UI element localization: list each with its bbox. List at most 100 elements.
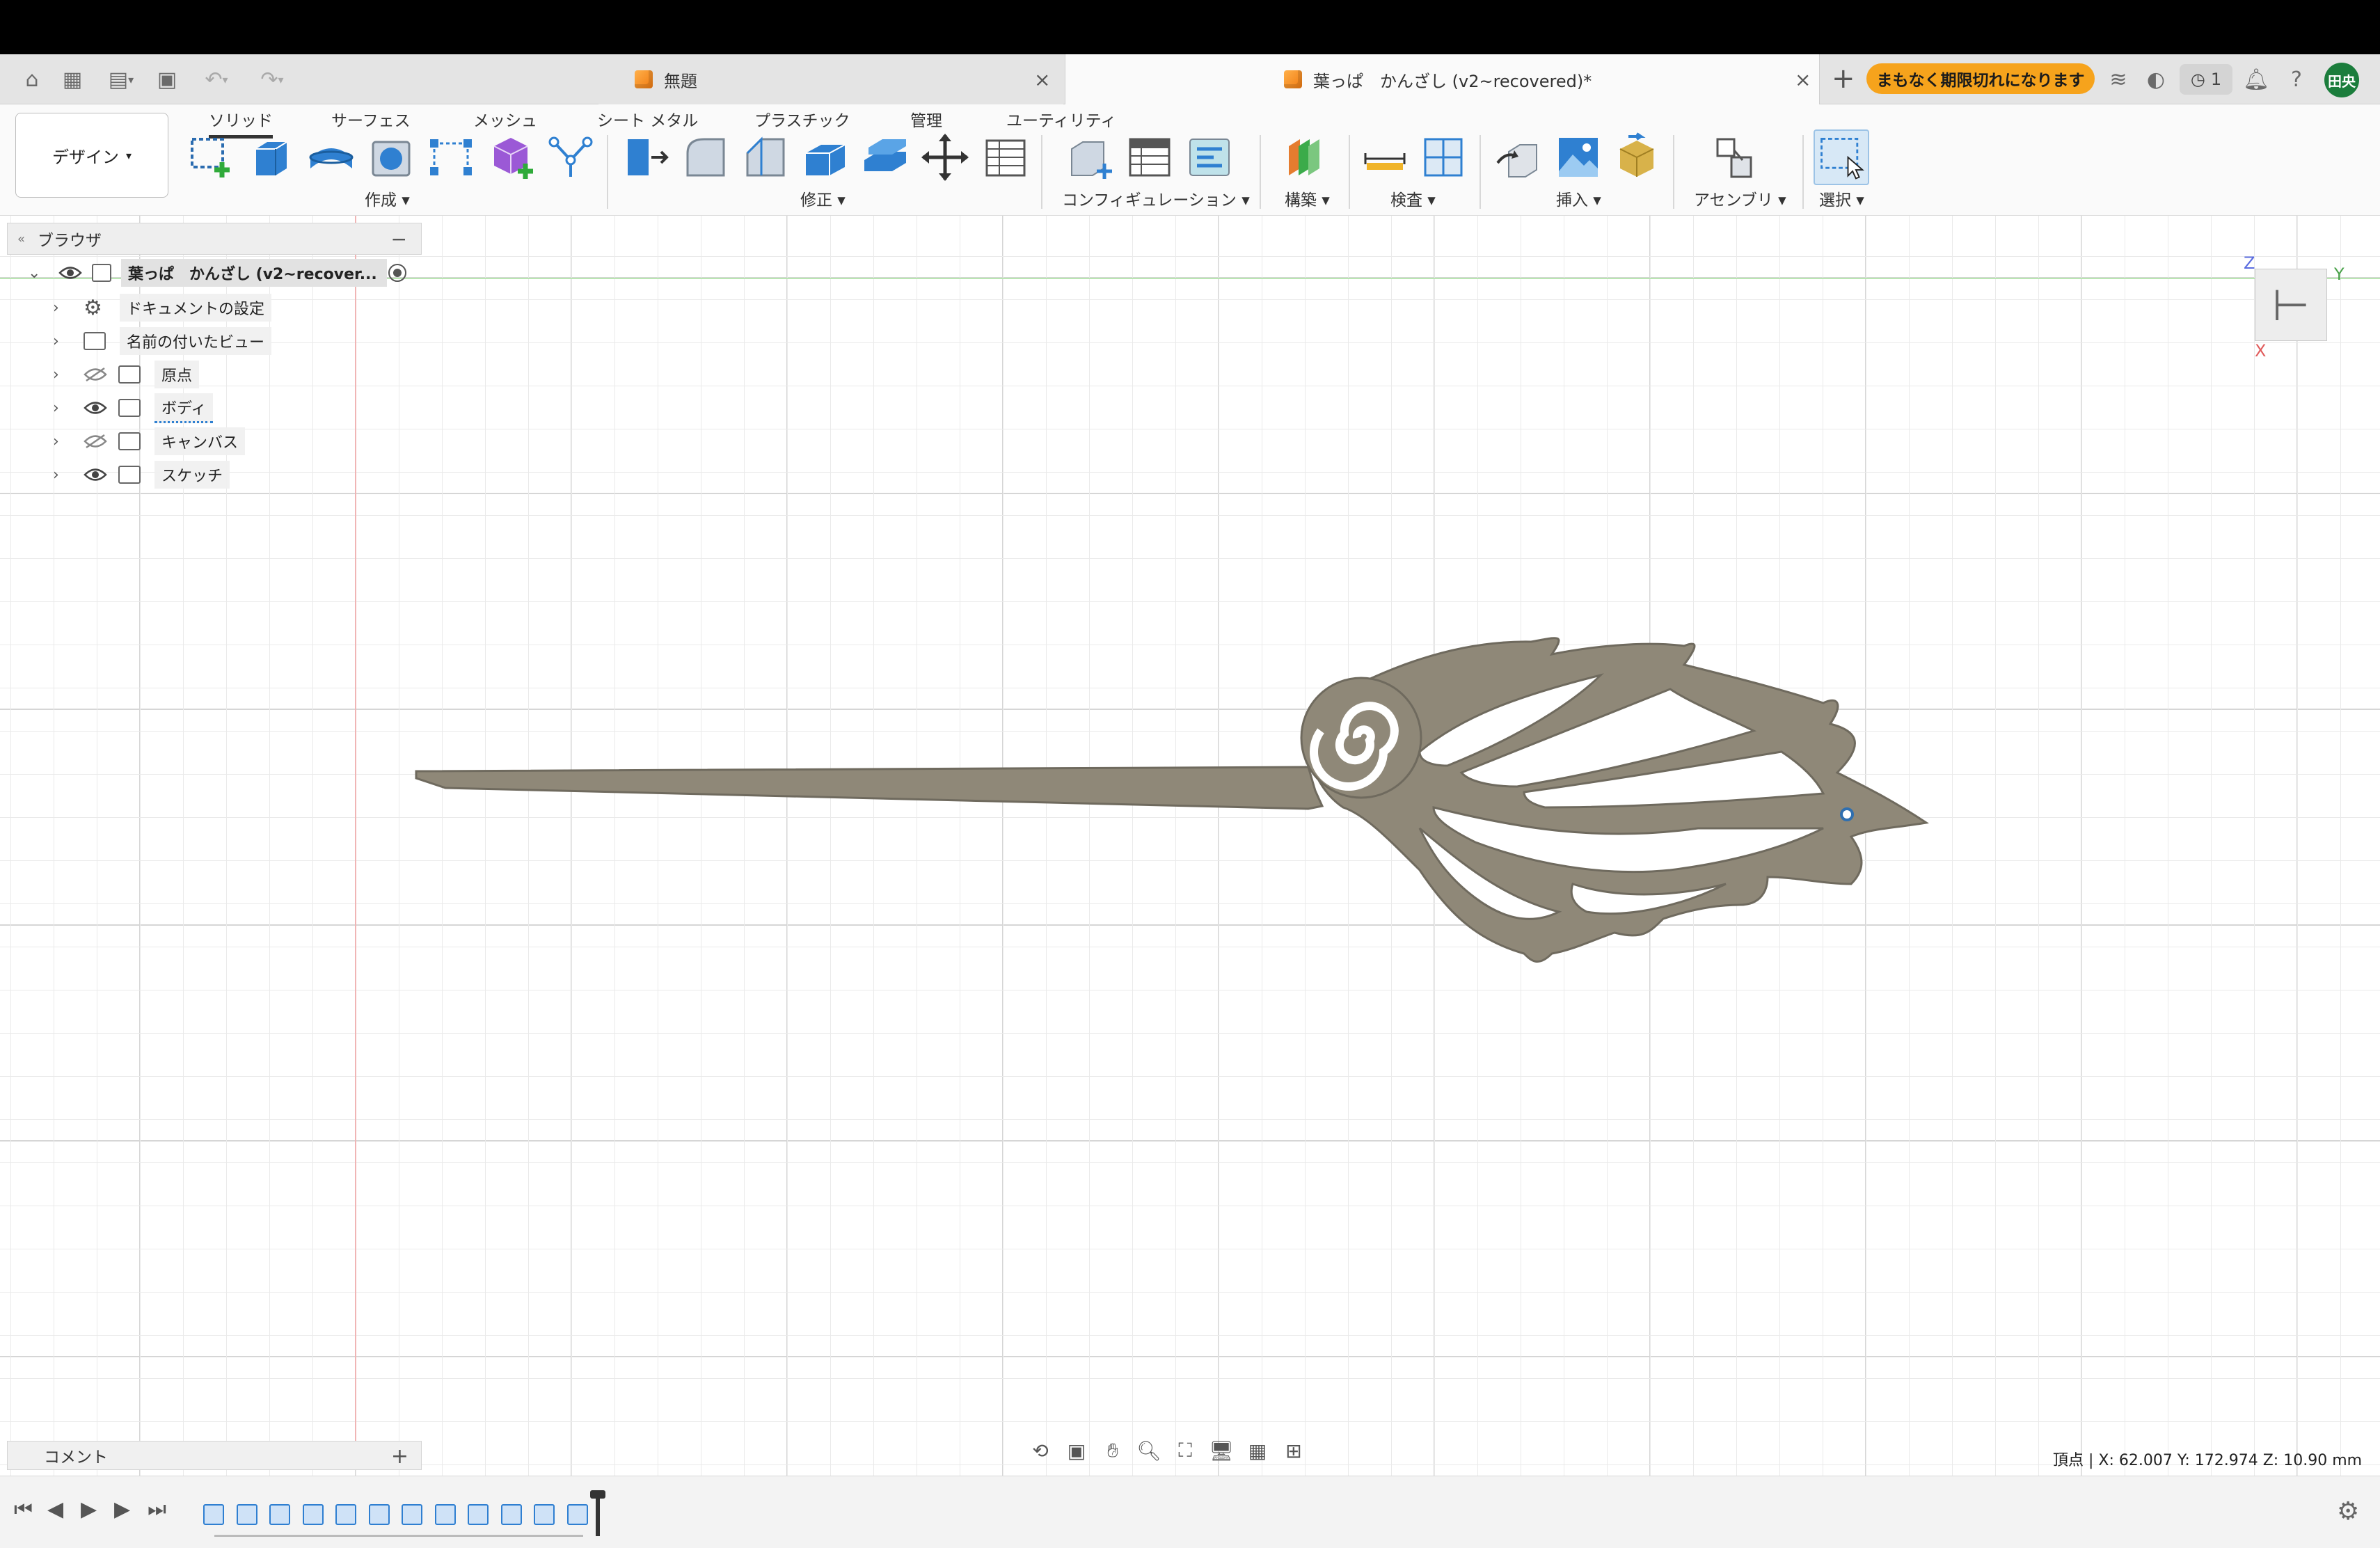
view-cube[interactable]: ⊢ bbox=[2255, 269, 2327, 341]
ribbon-tab-mesh[interactable]: メッシュ bbox=[473, 107, 537, 131]
timeline-feature-item[interactable] bbox=[534, 1504, 555, 1525]
step-back-icon[interactable]: ◀︎ bbox=[47, 1497, 63, 1522]
form-icon[interactable] bbox=[546, 132, 596, 182]
insert-group-label[interactable]: 挿入 ▾ bbox=[1556, 187, 1601, 210]
select-group-label[interactable]: 選択 ▾ bbox=[1819, 187, 1864, 210]
configure-body-icon[interactable] bbox=[1065, 132, 1115, 182]
timeline-feature-item[interactable] bbox=[500, 1504, 522, 1525]
extensions-icon[interactable]: ≋ bbox=[2104, 65, 2132, 93]
ribbon-tab-utilities[interactable]: ユーティリティ bbox=[1006, 107, 1116, 131]
workspace-switcher[interactable]: デザイン ▾ bbox=[15, 113, 168, 198]
grid-settings-icon[interactable]: ▦ bbox=[1243, 1439, 1272, 1462]
ribbon-tab-plastic[interactable]: プラスチック bbox=[754, 107, 850, 131]
chevron-right-icon[interactable]: › bbox=[53, 466, 59, 484]
play-icon[interactable]: ▶︎ bbox=[81, 1497, 97, 1522]
ribbon-tab-manage[interactable]: 管理 bbox=[910, 107, 942, 131]
ribbon-tab-surface[interactable]: サーフェス bbox=[331, 107, 411, 131]
undo-icon[interactable]: ↶ ▾ bbox=[192, 64, 241, 95]
minimize-icon[interactable]: − bbox=[391, 228, 407, 251]
new-component-icon[interactable] bbox=[486, 132, 536, 182]
app-grid-icon[interactable]: ▦ bbox=[58, 64, 86, 95]
chevron-right-icon[interactable]: › bbox=[53, 433, 59, 450]
browser-item-named-views[interactable]: › 名前の付いたビュー bbox=[7, 324, 422, 358]
close-tab-icon[interactable]: × bbox=[1034, 68, 1050, 91]
configuration-table-icon[interactable] bbox=[1125, 132, 1175, 182]
browser-item-document-settings[interactable]: › ⚙ ドキュメントの設定 bbox=[7, 291, 422, 324]
activate-component-icon[interactable] bbox=[388, 264, 406, 282]
user-avatar[interactable]: 田央 bbox=[2324, 63, 2359, 97]
create-sketch-icon[interactable] bbox=[187, 132, 237, 182]
measure-icon[interactable] bbox=[1360, 132, 1410, 182]
shell-icon[interactable] bbox=[800, 132, 850, 182]
visibility-eye-icon[interactable] bbox=[58, 265, 82, 281]
browser-root-item[interactable]: ⌄ 葉っぱ かんざし (v2~recover... bbox=[7, 255, 422, 291]
configure-group-label[interactable]: コンフィギュレーション ▾ bbox=[1062, 187, 1250, 210]
insert-mcmaster-icon[interactable] bbox=[1612, 132, 1662, 182]
timeline-feature-item[interactable] bbox=[368, 1504, 390, 1525]
new-tab-plus-icon[interactable]: + bbox=[1832, 63, 1855, 95]
online-status-icon[interactable]: ◐ bbox=[2142, 65, 2170, 93]
job-status-button[interactable]: ◷ 1 bbox=[2180, 64, 2232, 95]
extrude-icon[interactable] bbox=[246, 132, 296, 182]
timeline-feature-item[interactable] bbox=[402, 1504, 422, 1525]
fit-icon[interactable]: ⛶ bbox=[1171, 1439, 1200, 1462]
timeline-feature-item[interactable] bbox=[434, 1504, 456, 1525]
browser-item-bodies[interactable]: › ボディ bbox=[7, 391, 422, 425]
hole-icon[interactable] bbox=[366, 132, 416, 182]
save-icon[interactable]: ▣ bbox=[153, 64, 181, 95]
orbit-icon[interactable]: ⟲ bbox=[1026, 1439, 1055, 1462]
move-copy-icon[interactable] bbox=[920, 132, 970, 182]
offset-plane-icon[interactable] bbox=[1279, 132, 1329, 182]
browser-header[interactable]: « ブラウザ − bbox=[7, 223, 422, 255]
construct-group-label[interactable]: 構築 ▾ bbox=[1285, 187, 1330, 210]
browser-item-sketches[interactable]: › スケッチ bbox=[7, 458, 422, 491]
comments-panel[interactable]: コメント + bbox=[7, 1441, 422, 1470]
timeline-feature-item[interactable] bbox=[236, 1504, 257, 1525]
viewports-icon[interactable]: ⊞ bbox=[1279, 1439, 1308, 1462]
browser-item-canvases[interactable]: › キャンバス bbox=[7, 425, 422, 458]
chevron-right-icon[interactable]: › bbox=[53, 299, 59, 317]
chevron-down-icon[interactable]: ⌄ bbox=[28, 264, 40, 282]
timeline-feature-item[interactable] bbox=[468, 1504, 489, 1525]
chevron-right-icon[interactable]: › bbox=[53, 366, 59, 384]
file-menu-icon[interactable]: ▤ ▾ bbox=[100, 64, 142, 95]
tab-active-document[interactable]: 葉っぱ かんざし (v2~recovered)* × bbox=[1065, 54, 1820, 104]
home-icon[interactable]: ⌂ bbox=[18, 64, 46, 95]
configuration-tree-icon[interactable] bbox=[1184, 132, 1235, 182]
look-at-icon[interactable]: ▣ bbox=[1062, 1439, 1091, 1462]
chevron-right-icon[interactable]: › bbox=[53, 400, 59, 417]
timeline-marker-handle[interactable] bbox=[590, 1490, 605, 1499]
revolve-icon[interactable] bbox=[306, 132, 356, 182]
collapse-panel-icon[interactable]: « bbox=[17, 232, 25, 246]
modify-group-label[interactable]: 修正 ▾ bbox=[800, 187, 846, 210]
parameters-table-icon[interactable] bbox=[980, 132, 1030, 182]
add-comment-plus-icon[interactable]: + bbox=[391, 1444, 408, 1469]
section-analysis-icon[interactable] bbox=[1418, 132, 1468, 182]
go-to-start-icon[interactable]: ⏮ bbox=[14, 1497, 33, 1522]
timeline-feature-item[interactable] bbox=[269, 1504, 290, 1525]
timeline-feature-item[interactable] bbox=[335, 1504, 356, 1525]
timeline-feature-item[interactable] bbox=[566, 1504, 588, 1525]
redo-icon[interactable]: ↷ ▾ bbox=[248, 64, 296, 95]
fillet-icon[interactable] bbox=[681, 132, 731, 182]
pan-hand-icon[interactable]: ✋︎ bbox=[1098, 1439, 1127, 1462]
step-forward-icon[interactable]: ▶︎ bbox=[114, 1497, 130, 1522]
chevron-right-icon[interactable]: › bbox=[53, 333, 59, 350]
joint-icon[interactable] bbox=[1711, 132, 1761, 182]
go-to-end-icon[interactable]: ⏭ bbox=[148, 1497, 166, 1522]
tab-untitled[interactable]: 無題 × bbox=[598, 54, 1063, 104]
visibility-eye-icon[interactable] bbox=[84, 400, 107, 416]
timeline-settings-gear-icon[interactable]: ⚙ bbox=[2337, 1497, 2359, 1526]
inspect-group-label[interactable]: 検査 ▾ bbox=[1390, 187, 1436, 210]
press-pull-icon[interactable] bbox=[621, 132, 671, 182]
hidden-eye-icon[interactable] bbox=[84, 367, 107, 382]
display-settings-icon[interactable]: 🖥︎ bbox=[1207, 1439, 1236, 1462]
insert-canvas-icon[interactable] bbox=[1553, 132, 1603, 182]
select-tool-button[interactable] bbox=[1814, 129, 1869, 185]
timeline-feature-item[interactable] bbox=[302, 1504, 324, 1525]
visibility-eye-icon[interactable] bbox=[84, 467, 107, 482]
browser-item-origin[interactable]: › 原点 bbox=[7, 358, 422, 391]
expiry-warning-badge[interactable]: まもなく期限切れになります bbox=[1866, 63, 2095, 94]
help-icon[interactable]: ? bbox=[2283, 65, 2310, 93]
create-group-label[interactable]: 作成 ▾ bbox=[365, 187, 410, 210]
